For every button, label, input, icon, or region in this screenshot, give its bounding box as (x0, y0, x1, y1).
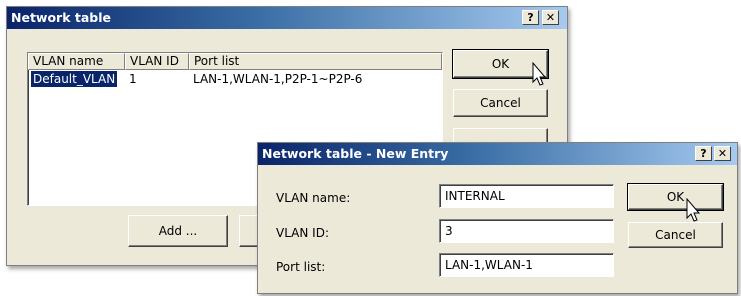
close-button[interactable]: ✕ (542, 10, 559, 25)
title-bar[interactable]: Network table ? ✕ (7, 7, 567, 29)
help-button[interactable]: ? (522, 10, 539, 25)
vlan-id-field[interactable]: 3 (439, 219, 614, 243)
column-header-vlan-name[interactable]: VLAN name (28, 53, 125, 70)
port-list-label: Port list: (276, 260, 326, 274)
vlan-name-field[interactable]: INTERNAL (439, 184, 614, 208)
port-list-field[interactable]: LAN-1,WLAN-1 (439, 253, 614, 277)
row-vlan-id: 1 (129, 72, 137, 86)
mouse-pointer-icon (532, 62, 547, 86)
new-entry-dialog: Network table - New Entry ? ✕ VLAN name:… (257, 142, 738, 294)
column-header-vlan-id[interactable]: VLAN ID (125, 53, 189, 70)
table-row[interactable]: Default_VLAN 1 LAN-1,WLAN-1,P2P-1~P2P-6 (28, 71, 442, 87)
cancel-button[interactable]: Cancel (453, 89, 548, 117)
dialog-title-bar[interactable]: Network table - New Entry ? ✕ (258, 143, 737, 165)
add-button[interactable]: Add ... (128, 215, 228, 247)
row-vlan-name: Default_VLAN (31, 71, 118, 87)
dialog-cancel-button[interactable]: Cancel (628, 222, 723, 248)
column-header-port-list[interactable]: Port list (189, 53, 442, 70)
row-port-list: LAN-1,WLAN-1,P2P-1~P2P-6 (193, 72, 363, 86)
dialog-close-button[interactable]: ✕ (714, 146, 731, 161)
mouse-pointer-icon (686, 198, 701, 222)
dialog-title: Network table - New Entry (262, 146, 449, 161)
dialog-ok-button[interactable]: OK (627, 183, 724, 211)
window-title: Network table (11, 10, 111, 25)
vlan-name-label: VLAN name: (276, 191, 351, 205)
vlan-id-label: VLAN ID: (276, 226, 329, 240)
dialog-help-button[interactable]: ? (695, 146, 712, 161)
